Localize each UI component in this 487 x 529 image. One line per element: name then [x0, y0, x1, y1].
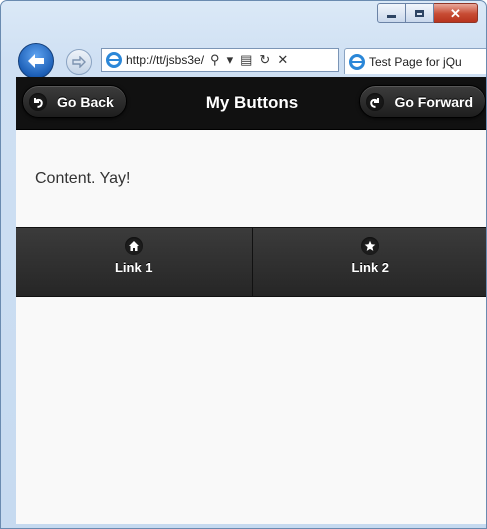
- browser-tab[interactable]: Test Page for jQu: [344, 48, 486, 74]
- tab-ie-icon: [349, 53, 365, 70]
- tab-title: Test Page for jQu: [369, 54, 462, 69]
- maximize-icon: [415, 9, 424, 17]
- title-bar: ✕: [1, 1, 486, 37]
- arrow-left-icon: [28, 54, 44, 68]
- minimize-icon: [387, 14, 396, 18]
- browser-forward-button[interactable]: [66, 49, 92, 75]
- window-controls: ✕: [377, 3, 478, 23]
- home-icon: [124, 237, 143, 255]
- browser-toolbar: http://tt/jsbs3e/ ⚲ ▾ ▤ ↻ ✕ Test Page fo…: [1, 41, 486, 79]
- nav-bar: Link 1 Link 2: [16, 227, 486, 297]
- maximize-button[interactable]: [406, 3, 434, 23]
- stop-icon[interactable]: ✕: [277, 52, 288, 68]
- compatibility-icon[interactable]: ▤: [240, 52, 252, 68]
- browser-window: ✕ http://tt/jsbs3e/ ⚲ ▾ ▤ ↻ ✕ Test Page …: [0, 0, 487, 529]
- close-button[interactable]: ✕: [434, 3, 478, 23]
- page-content: Content. Yay!: [16, 130, 486, 228]
- browser-back-button[interactable]: [18, 43, 54, 79]
- address-bar[interactable]: http://tt/jsbs3e/ ⚲ ▾ ▤ ↻ ✕: [101, 48, 339, 72]
- page-header: Go Back My Buttons Go Forward: [16, 77, 486, 130]
- search-icon[interactable]: ⚲: [210, 52, 220, 68]
- minimize-button[interactable]: [377, 3, 406, 23]
- go-forward-button[interactable]: Go Forward: [359, 85, 486, 118]
- nav-link-2-label: Link 2: [351, 260, 390, 275]
- nav-link-2[interactable]: Link 2: [251, 228, 486, 296]
- go-forward-label: Go Forward: [394, 93, 473, 110]
- nav-link-1[interactable]: Link 1: [16, 228, 252, 296]
- arrow-right-icon: [72, 56, 86, 68]
- address-url[interactable]: http://tt/jsbs3e/: [126, 53, 204, 67]
- web-page: Go Back My Buttons Go Forward Content. Y…: [16, 77, 486, 524]
- star-icon: [361, 237, 380, 255]
- forward-icon: [366, 92, 385, 111]
- dropdown-icon[interactable]: ▾: [227, 52, 234, 68]
- content-text: Content. Yay!: [35, 170, 131, 187]
- ie-logo-icon: [106, 52, 122, 68]
- close-icon: ✕: [450, 5, 461, 21]
- refresh-icon[interactable]: ↻: [259, 52, 270, 68]
- address-tools: ⚲ ▾ ▤ ↻ ✕: [210, 52, 288, 68]
- nav-link-1-label: Link 1: [114, 260, 153, 275]
